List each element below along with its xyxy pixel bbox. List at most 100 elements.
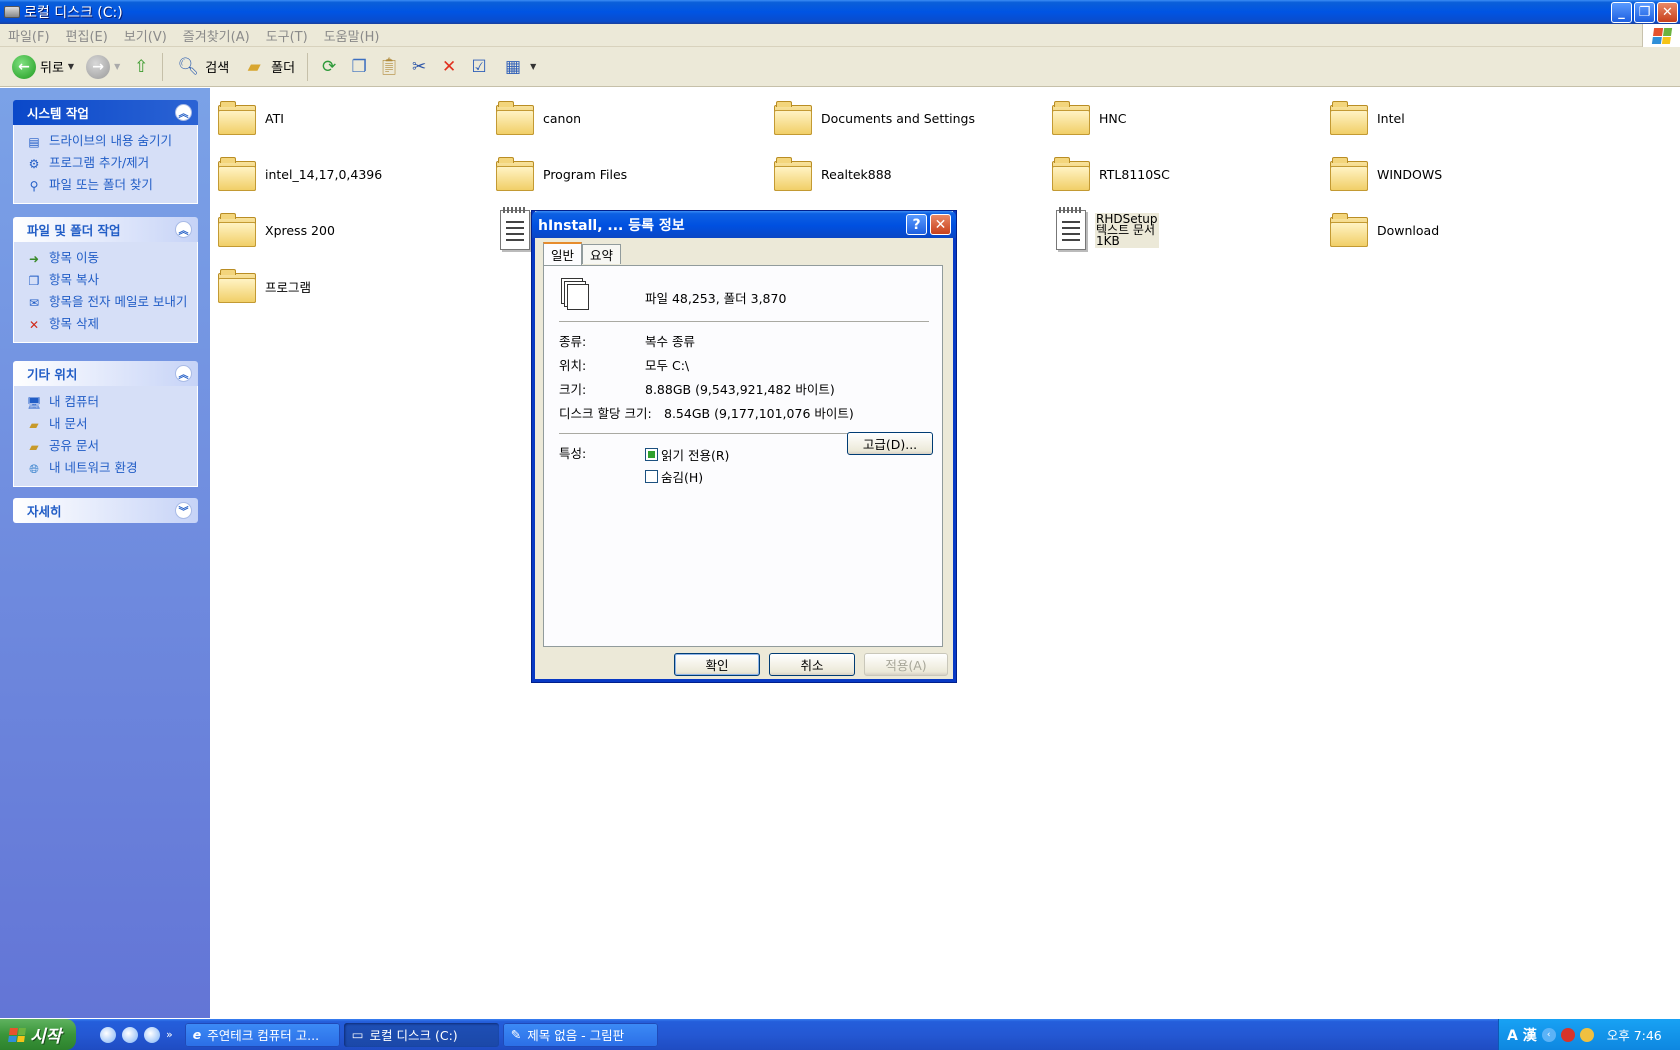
checkbox-unchecked-icon: [645, 470, 658, 483]
collapse-icon[interactable]: ︽: [175, 104, 192, 121]
file-item-intel[interactable]: Intel: [1330, 94, 1405, 142]
file-item-rhdsetup[interactable]: RHDSetup 텍스트 문서 1KB: [1056, 206, 1159, 254]
system-tasks-header[interactable]: 시스템 작업 ︽: [13, 100, 198, 125]
quick-launch: »: [100, 1026, 173, 1043]
task-email-item[interactable]: ✉ 항목을 전자 메일로 보내기: [26, 292, 191, 314]
text-document-icon: [1056, 207, 1086, 250]
readonly-label: 읽기 전용(R): [661, 448, 730, 463]
tab-summary[interactable]: 요약: [582, 244, 622, 264]
windows-flag-icon: [8, 1027, 26, 1042]
advanced-button[interactable]: 고급(D)...: [847, 432, 933, 455]
up-folder-button[interactable]: ⇧: [128, 54, 154, 80]
file-item-programs[interactable]: 프로그램: [218, 262, 311, 310]
ime-indicator[interactable]: A 漢: [1507, 1025, 1537, 1045]
menu-view[interactable]: 보기(V): [116, 26, 175, 45]
dialog-title: hInstall, ... 등록 정보: [538, 217, 685, 234]
clock[interactable]: 오후 7:46: [1607, 1025, 1662, 1044]
dropdown-arrow-icon[interactable]: ▼: [68, 62, 74, 71]
collapse-icon[interactable]: ︽: [175, 365, 192, 382]
file-item-download[interactable]: Download: [1330, 206, 1439, 254]
toolbar-separator: [307, 52, 309, 81]
file-item-rtl8110sc[interactable]: RTL8110SC: [1052, 150, 1170, 198]
task-button-local-disk[interactable]: ▭ 로컬 디스크 (C:): [343, 1022, 499, 1047]
close-button[interactable]: ✕: [1657, 2, 1678, 23]
menu-favorites[interactable]: 즐겨찾기(A): [175, 26, 258, 45]
system-tasks-list: ▤ 드라이브의 내용 숨기기 ⚙ 프로그램 추가/제거 ⚲ 파일 또는 폴더 찾기: [13, 125, 198, 204]
place-shared-documents[interactable]: ▰ 공유 문서: [26, 436, 191, 458]
file-name: RTL8110SC: [1099, 166, 1170, 182]
security-icon[interactable]: [1579, 1027, 1594, 1042]
dialog-titlebar[interactable]: hInstall, ... 등록 정보 ? ✕: [532, 211, 956, 238]
file-item-xpress-200[interactable]: Xpress 200: [218, 206, 335, 254]
ok-button[interactable]: 확인: [674, 653, 760, 676]
file-tasks-header[interactable]: 파일 및 폴더 작업 ︽: [13, 217, 198, 242]
hidden-checkbox[interactable]: 숨김(H): [645, 467, 703, 486]
folders-label: 폴더: [271, 61, 296, 76]
show-desktop-icon[interactable]: [100, 1026, 116, 1043]
quick-launch-expand-icon[interactable]: »: [166, 1028, 173, 1041]
apply-button[interactable]: 적용(A): [864, 653, 948, 676]
menu-edit[interactable]: 편집(E): [58, 26, 116, 45]
place-my-documents[interactable]: ▰ 내 문서: [26, 414, 191, 436]
file-item-hnc[interactable]: HNC: [1052, 94, 1126, 142]
menu-bar: 파일(F) 편집(E) 보기(V) 즐겨찾기(A) 도구(T) 도움말(H): [0, 24, 1680, 47]
search-button[interactable]: 🔍︎ 검색: [171, 51, 233, 83]
task-add-remove-programs[interactable]: ⚙ 프로그램 추가/제거: [26, 153, 191, 175]
back-button[interactable]: ← 뒤로 ▼: [8, 51, 78, 83]
minimize-button[interactable]: _: [1611, 2, 1632, 23]
file-item-realtek888[interactable]: Realtek888: [774, 150, 892, 198]
file-item-hidden-document[interactable]: [500, 206, 530, 254]
cancel-button[interactable]: 취소: [769, 653, 855, 676]
menu-help[interactable]: 도움말(H): [316, 26, 388, 45]
selection-summary: 파일 48,253, 폴더 3,870: [645, 291, 787, 306]
sync-button[interactable]: ⟳: [316, 54, 342, 80]
start-label: 시작: [30, 1027, 62, 1047]
email-icon: ✉: [28, 295, 40, 310]
divider: [559, 321, 929, 322]
menu-file[interactable]: 파일(F): [0, 26, 58, 45]
collapse-icon[interactable]: ︽: [175, 221, 192, 238]
start-button[interactable]: 시작: [0, 1019, 76, 1050]
properties-button[interactable]: ☑: [466, 54, 492, 80]
dialog-close-button[interactable]: ✕: [930, 214, 951, 235]
file-item-documents-and-settings[interactable]: Documents and Settings: [774, 94, 975, 142]
help-button[interactable]: ?: [906, 214, 927, 235]
antivirus-icon[interactable]: [1560, 1027, 1575, 1042]
task-delete-item[interactable]: ✕ 항목 삭제: [26, 314, 191, 336]
place-network[interactable]: 🌐︎ 내 네트워크 환경: [26, 458, 191, 480]
readonly-checkbox[interactable]: 읽기 전용(R): [645, 445, 729, 464]
task-button-browser[interactable]: e 주연테크 컴퓨터 고...: [184, 1022, 340, 1047]
window-titlebar[interactable]: 로컬 디스크 (C:) _ ❐ ✕: [0, 0, 1680, 24]
file-item-canon[interactable]: canon: [496, 94, 581, 142]
forward-button[interactable]: → ▼: [82, 51, 124, 83]
place-my-computer[interactable]: 🖥︎ 내 컴퓨터: [26, 392, 191, 414]
tray-expand-icon[interactable]: ‹: [1541, 1027, 1556, 1042]
file-item-intel-driver[interactable]: intel_14,17,0,4396: [218, 150, 382, 198]
copy-to-button[interactable]: ❐: [346, 54, 372, 80]
other-places-header[interactable]: 기타 위치 ︽: [13, 361, 198, 386]
tab-general[interactable]: 일반: [543, 242, 583, 265]
shared-folder-icon: ▰: [29, 439, 39, 454]
task-hide-drive-contents[interactable]: ▤ 드라이브의 내용 숨기기: [26, 131, 191, 153]
task-copy-item[interactable]: ❐ 항목 복사: [26, 270, 191, 292]
media-player-icon[interactable]: [144, 1026, 160, 1043]
file-item-program-files[interactable]: Program Files: [496, 150, 627, 198]
close-icon: ✕: [934, 216, 947, 233]
details-header[interactable]: 자세히 ︾: [13, 498, 198, 523]
restore-button[interactable]: ❐: [1634, 2, 1655, 23]
dropdown-arrow-icon[interactable]: ▼: [114, 62, 120, 71]
file-item-windows[interactable]: WINDOWS: [1330, 150, 1442, 198]
expand-icon[interactable]: ︾: [175, 502, 192, 519]
internet-explorer-icon[interactable]: [122, 1026, 138, 1043]
file-name: HNC: [1099, 110, 1127, 126]
menu-tools[interactable]: 도구(T): [258, 26, 316, 45]
task-move-item[interactable]: ➜ 항목 이동: [26, 248, 191, 270]
views-button[interactable]: ▦ ▼: [496, 51, 540, 83]
file-item-ati[interactable]: ATI: [218, 94, 284, 142]
task-button-paint[interactable]: ✎ 제목 없음 - 그림판: [502, 1022, 658, 1047]
task-search-files[interactable]: ⚲ 파일 또는 폴더 찾기: [26, 175, 191, 197]
folders-button[interactable]: ▰ 폴더: [237, 51, 299, 83]
cut-button[interactable]: ✂: [406, 54, 432, 80]
delete-button[interactable]: ✕: [436, 54, 462, 80]
paste-button[interactable]: 📋︎: [376, 54, 402, 80]
